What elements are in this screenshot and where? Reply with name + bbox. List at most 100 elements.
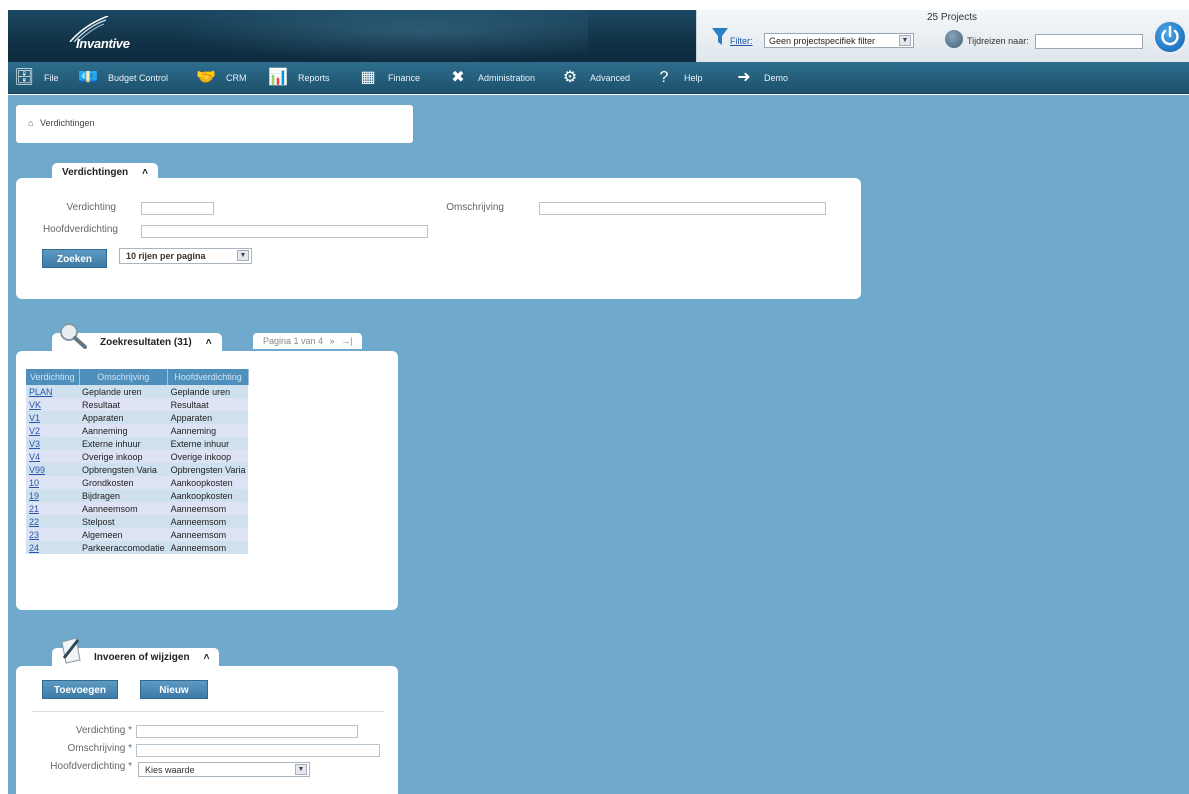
column-header-omschrijving[interactable]: Omschrijving xyxy=(79,369,169,385)
hoofdverdichting-select[interactable]: Kies waarde ▼ xyxy=(138,762,310,777)
pager-label: Pagina 1 van 4 xyxy=(263,336,324,346)
last-page-icon[interactable]: →| xyxy=(341,336,352,346)
home-icon[interactable]: ⌂ xyxy=(28,118,33,128)
table-row[interactable]: 21 Aanneemsom Aanneemsom xyxy=(26,502,249,515)
project-filter-select[interactable]: Geen projectspecifiek filter ▼ xyxy=(764,33,914,48)
main-menu: 🗄 File 💶 Budget Control 🤝 CRM 📊 Reports … xyxy=(8,62,1189,94)
collapse-icon[interactable]: ˄ xyxy=(206,337,212,348)
table-row[interactable]: 23 Algemeen Aanneemsom xyxy=(26,528,249,541)
results-table: Verdichting Omschrijving Hoofdverdichtin… xyxy=(26,369,249,554)
menu-label: Advanced xyxy=(590,73,631,83)
menu-label: Finance xyxy=(388,73,421,83)
cell-hoofdverdichting: Aankoopkosten xyxy=(167,476,249,489)
cell-verdichting-link[interactable]: 10 xyxy=(26,476,80,489)
cell-verdichting-link[interactable]: V99 xyxy=(26,463,80,476)
table-row[interactable]: 10 Grondkosten Aankoopkosten xyxy=(26,476,249,489)
table-row[interactable]: 19 Bijdragen Aankoopkosten xyxy=(26,489,249,502)
collapse-icon[interactable]: ˄ xyxy=(142,167,148,178)
menu-file[interactable]: 🗄 File xyxy=(14,62,59,94)
cell-verdichting-link[interactable]: 22 xyxy=(26,515,80,528)
cell-verdichting-link[interactable]: V2 xyxy=(26,424,80,437)
table-row[interactable]: V1 Apparaten Apparaten xyxy=(26,411,249,424)
table-row[interactable]: V3 Externe inhuur Externe inhuur xyxy=(26,437,249,450)
cell-hoofdverdichting: Apparaten xyxy=(167,411,249,424)
menu-administration[interactable]: ✖ Administration xyxy=(448,62,535,94)
cell-hoofdverdichting: Aanneemsom xyxy=(167,528,249,541)
table-row[interactable]: PLAN Geplande uren Geplande uren xyxy=(26,385,249,398)
cell-omschrijving: Apparaten xyxy=(79,411,168,424)
tab-label: Zoekresultaten (31) xyxy=(100,337,192,348)
logo-text: Invantive xyxy=(76,36,130,51)
menu-help[interactable]: ? Help xyxy=(654,62,703,94)
menu-finance[interactable]: ▦ Finance xyxy=(358,62,420,94)
cell-verdichting-link[interactable]: 24 xyxy=(26,541,80,554)
reports-icon: 📊 xyxy=(268,69,288,86)
verdichting-input[interactable] xyxy=(136,725,358,738)
tab-invoeren-of-wijzigen[interactable]: Invoeren of wijzigen ˄ xyxy=(52,637,220,668)
table-row[interactable]: 22 Stelpost Aanneemsom xyxy=(26,515,249,528)
cell-verdichting-link[interactable]: PLAN xyxy=(26,385,80,398)
search-button[interactable]: Zoeken xyxy=(42,249,107,268)
table-row[interactable]: V4 Overige inkoop Overige inkoop xyxy=(26,450,249,463)
menu-budget-control[interactable]: 💶 Budget Control xyxy=(78,62,168,94)
help-icon: ? xyxy=(659,69,669,86)
tools-icon: ✖ xyxy=(451,69,465,86)
project-toolbox: 25 Projects Filter: Geen projectspecifie… xyxy=(696,10,1189,62)
table-row[interactable]: V2 Aanneming Aanneming xyxy=(26,424,249,437)
menu-reports[interactable]: 📊 Reports xyxy=(268,62,329,94)
next-page-icon[interactable]: » xyxy=(330,336,335,346)
menu-crm[interactable]: 🤝 CRM xyxy=(196,62,246,94)
search-panel: Verdichting Omschrijving Hoofdverdichtin… xyxy=(16,178,861,299)
cell-hoofdverdichting: Aanneemsom xyxy=(167,502,249,515)
time-travel-label: Tijdreizen naar: xyxy=(967,36,1029,46)
chevron-down-icon: ▼ xyxy=(237,250,249,261)
table-row[interactable]: V99 Opbrengsten Varia Opbrengsten Varia xyxy=(26,463,249,476)
menu-label: File xyxy=(44,73,59,83)
breadcrumb-current[interactable]: Verdichtingen xyxy=(40,118,95,128)
table-row[interactable]: 24 Parkeeraccomodatie Aanneemsom xyxy=(26,541,249,554)
cell-hoofdverdichting: Opbrengsten Varia xyxy=(167,463,249,476)
rows-per-page-select[interactable]: 10 rijen per pagina ▼ xyxy=(119,248,252,264)
calculator-icon: ▦ xyxy=(360,69,376,86)
cell-hoofdverdichting: Aanneemsom xyxy=(167,541,249,554)
cell-omschrijving: Algemeen xyxy=(79,528,168,541)
cell-verdichting-link[interactable]: 23 xyxy=(26,528,80,541)
power-button[interactable] xyxy=(1153,20,1187,54)
menu-demo[interactable]: ➜ Demo xyxy=(734,62,788,94)
collapse-icon[interactable]: ˄ xyxy=(204,652,210,663)
hoofdverdichting-input[interactable] xyxy=(141,225,428,238)
cell-omschrijving: Grondkosten xyxy=(79,476,168,489)
app-header: Invantive 25 Projects Filter: Geen proje… xyxy=(8,10,1189,62)
select-value: Kies waarde xyxy=(145,765,195,775)
table-row[interactable]: VK Resultaat Resultaat xyxy=(26,398,249,411)
cell-hoofdverdichting: Geplande uren xyxy=(167,385,249,398)
cell-verdichting-link[interactable]: V3 xyxy=(26,437,80,450)
pager: Pagina 1 van 4 » →| xyxy=(253,333,363,349)
cell-verdichting-link[interactable]: V4 xyxy=(26,450,80,463)
cell-verdichting-link[interactable]: V1 xyxy=(26,411,80,424)
tab-search-results[interactable]: Zoekresultaten (31) ˄ xyxy=(52,323,222,353)
cell-omschrijving: Aanneemsom xyxy=(79,502,168,515)
cell-verdichting-link[interactable]: 21 xyxy=(26,502,80,515)
menu-advanced[interactable]: ⚙ Advanced xyxy=(560,62,630,94)
verdichting-input[interactable] xyxy=(141,202,214,215)
column-header-verdichting[interactable]: Verdichting xyxy=(26,369,80,385)
hoofdverdichting-label: Hoofdverdichting xyxy=(42,224,118,235)
cell-verdichting-link[interactable]: VK xyxy=(26,398,80,411)
omschrijving-input[interactable] xyxy=(539,202,826,215)
add-button[interactable]: Toevoegen xyxy=(42,680,118,699)
cell-verdichting-link[interactable]: 19 xyxy=(26,489,80,502)
power-icon xyxy=(1161,25,1179,46)
new-button[interactable]: Nieuw xyxy=(140,680,208,699)
menu-label: Help xyxy=(684,73,703,83)
main-content: ⌂ Verdichtingen Verdichtingen ˄ Verdichti… xyxy=(8,95,1189,794)
menu-label: Budget Control xyxy=(108,73,169,83)
gears-icon: ⚙ xyxy=(562,69,578,86)
file-cabinet-icon: 🗄 xyxy=(14,69,35,86)
time-travel-input[interactable] xyxy=(1035,34,1143,49)
cell-omschrijving: Aanneming xyxy=(79,424,168,437)
invantive-logo[interactable]: Invantive xyxy=(48,16,158,56)
column-header-hoofdverdichting[interactable]: Hoofdverdichting xyxy=(167,369,249,385)
omschrijving-input[interactable] xyxy=(136,744,380,757)
filter-link[interactable]: Filter: xyxy=(730,36,753,46)
